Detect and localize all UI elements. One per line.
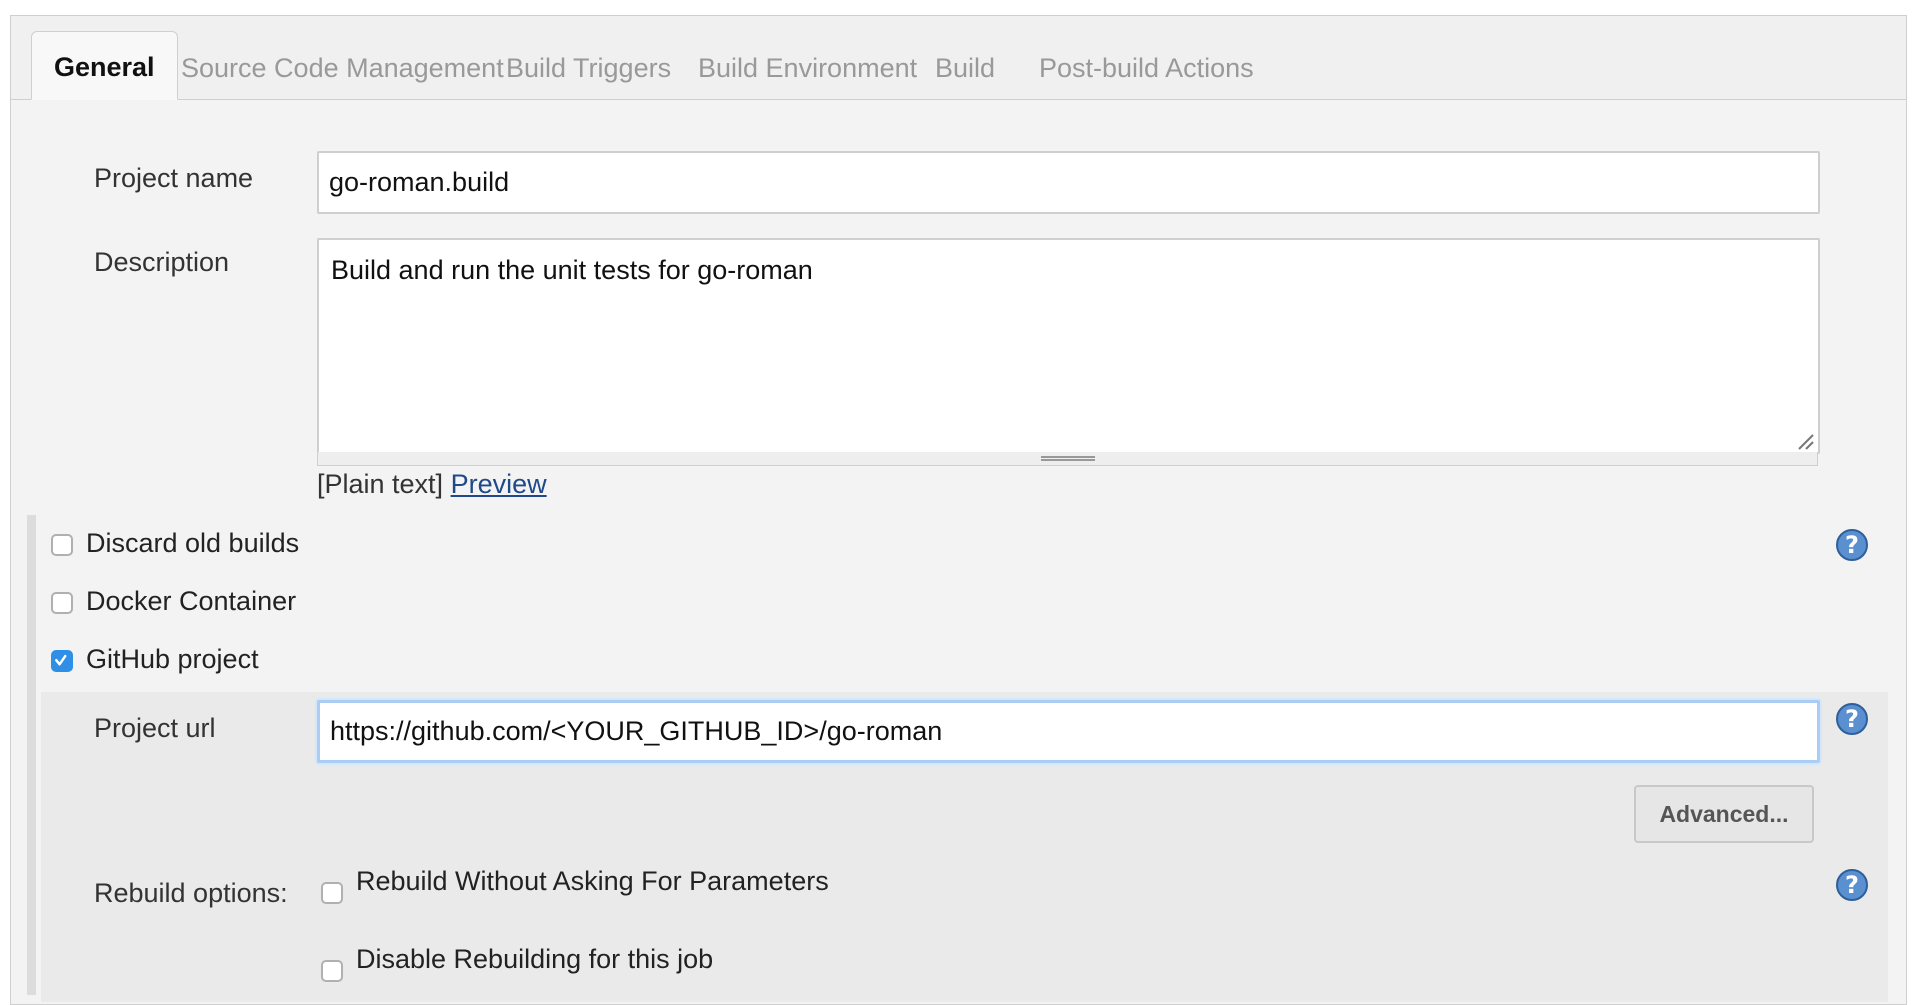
plain-text-indicator: [Plain text] bbox=[317, 469, 444, 499]
tab-post-build-actions[interactable]: Post-build Actions bbox=[1039, 36, 1254, 100]
help-icon-discard-old-builds[interactable]: ? bbox=[1836, 529, 1868, 561]
rebuild-without-asking-checkbox[interactable] bbox=[321, 882, 343, 904]
tab-general[interactable]: General bbox=[31, 31, 178, 100]
project-name-label: Project name bbox=[94, 163, 254, 193]
project-url-input[interactable] bbox=[317, 700, 1820, 763]
github-project-label[interactable]: GitHub project bbox=[86, 644, 259, 675]
project-name-input[interactable] bbox=[317, 151, 1820, 214]
docker-container-label[interactable]: Docker Container bbox=[86, 586, 296, 617]
config-tab-bar: General Source Code Management Build Tri… bbox=[11, 16, 1906, 100]
rebuild-without-asking-label[interactable]: Rebuild Without Asking For Parameters bbox=[356, 866, 829, 897]
textarea-drag-grip[interactable] bbox=[317, 452, 1818, 466]
discard-old-builds-label[interactable]: Discard old builds bbox=[86, 528, 299, 559]
description-format-line: [Plain text] Preview bbox=[317, 469, 547, 500]
textarea-resize-icon[interactable] bbox=[1796, 432, 1814, 450]
description-label: Description bbox=[94, 247, 230, 277]
rebuild-options-label: Rebuild options: bbox=[94, 878, 288, 908]
github-project-checkbox[interactable] bbox=[51, 650, 73, 672]
docker-container-checkbox[interactable] bbox=[51, 592, 73, 614]
disable-rebuilding-label[interactable]: Disable Rebuilding for this job bbox=[356, 944, 713, 975]
options-section-bar bbox=[27, 515, 36, 995]
grip-lines-icon bbox=[1040, 456, 1095, 461]
checkmark-icon bbox=[55, 654, 67, 666]
tab-build-triggers[interactable]: Build Triggers bbox=[506, 36, 671, 100]
advanced-button[interactable]: Advanced... bbox=[1634, 785, 1814, 843]
disable-rebuilding-checkbox[interactable] bbox=[321, 960, 343, 982]
tab-build[interactable]: Build bbox=[935, 36, 995, 100]
preview-link[interactable]: Preview bbox=[451, 469, 547, 499]
project-url-label: Project url bbox=[94, 713, 216, 743]
tab-build-environment[interactable]: Build Environment bbox=[698, 36, 917, 100]
description-textarea[interactable]: Build and run the unit tests for go-roma… bbox=[317, 238, 1820, 454]
help-icon-rebuild-options[interactable]: ? bbox=[1836, 869, 1868, 901]
help-icon-project-url[interactable]: ? bbox=[1836, 703, 1868, 735]
tab-source-code-management[interactable]: Source Code Management bbox=[181, 36, 504, 100]
discard-old-builds-checkbox[interactable] bbox=[51, 534, 73, 556]
